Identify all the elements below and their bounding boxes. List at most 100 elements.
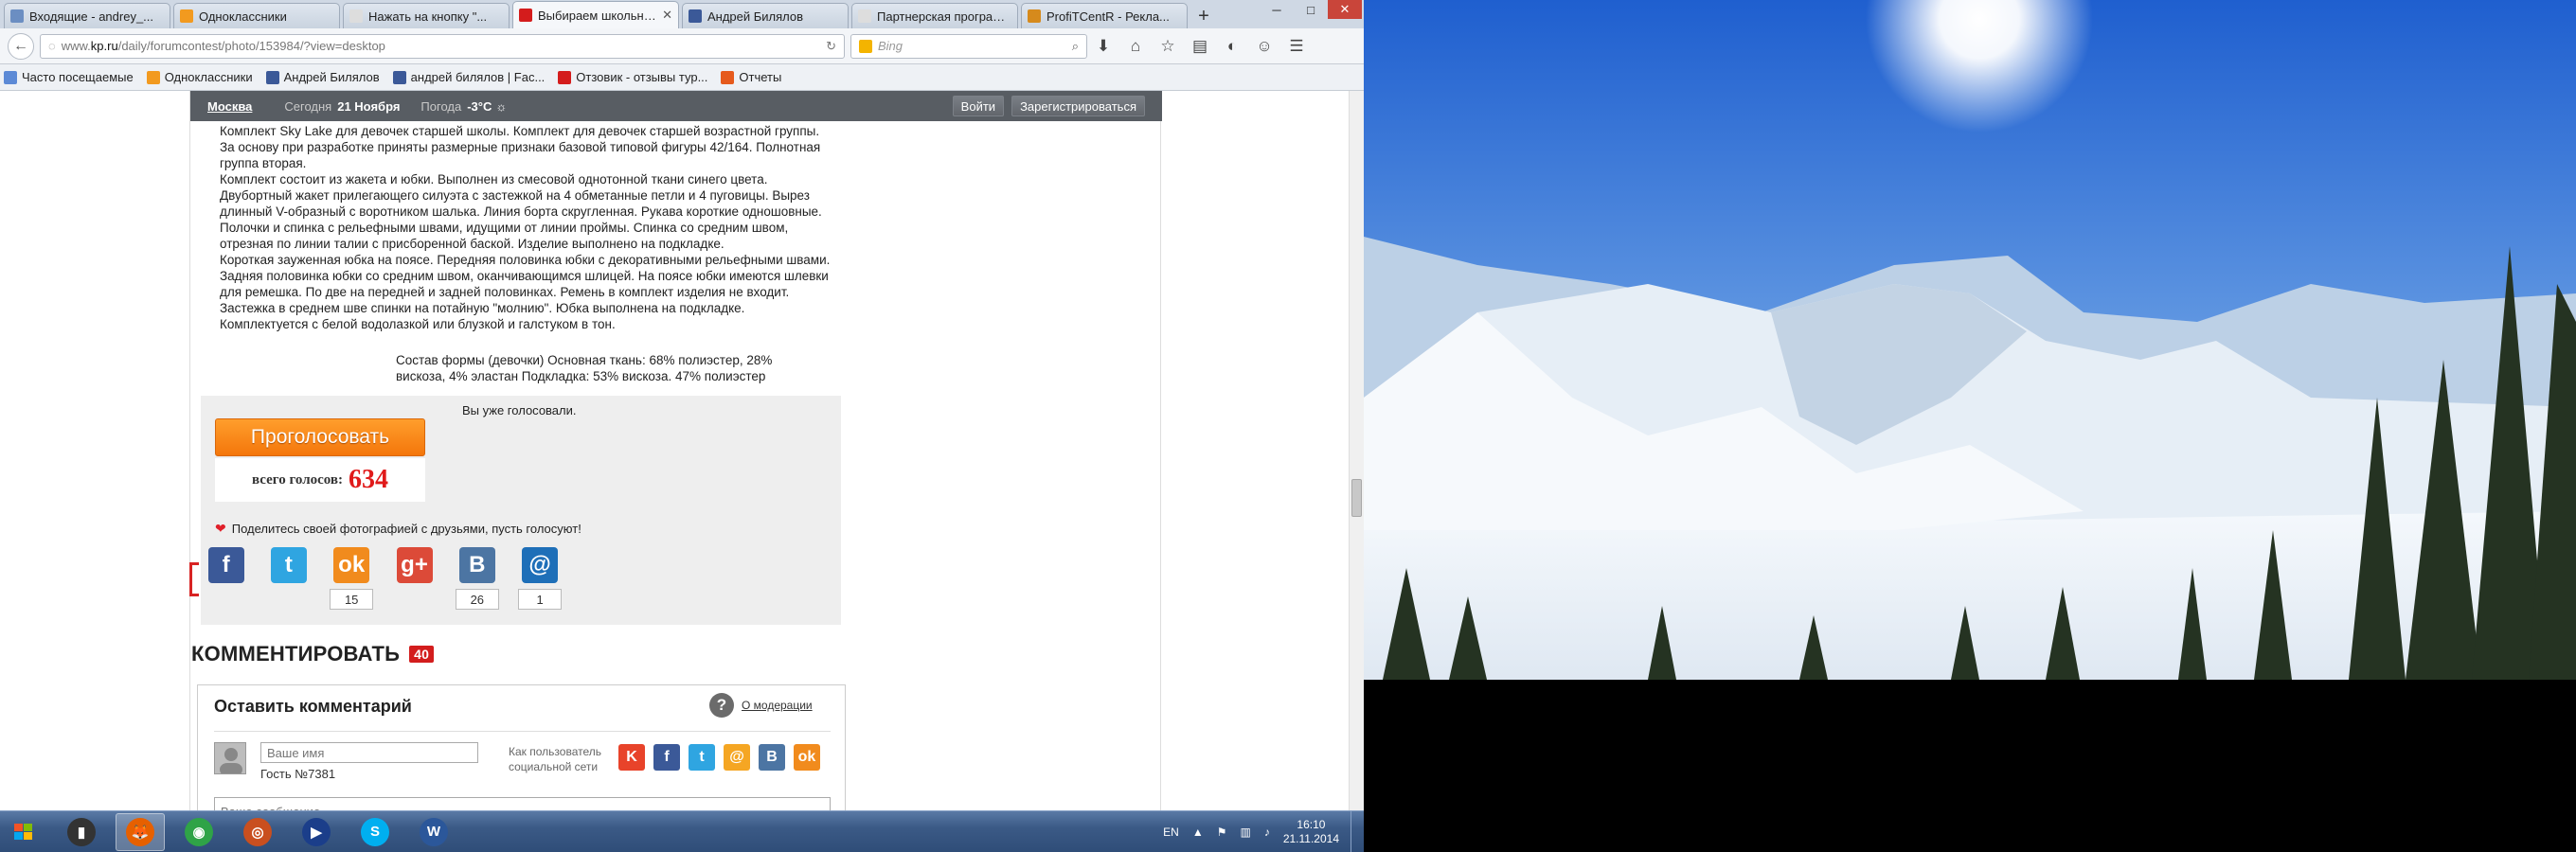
minimize-button[interactable]: ─: [1260, 0, 1294, 19]
moderation-link[interactable]: О модерации: [742, 699, 813, 712]
vkontakte-login-button[interactable]: B: [759, 744, 785, 771]
search-bar[interactable]: Bing ⌕: [850, 33, 1087, 59]
vote-button[interactable]: Проголосовать: [215, 418, 425, 456]
tab-strip: Входящие - andrey_... Одноклассники Нажать…: [0, 0, 1364, 28]
taskbar-firefox-button[interactable]: 🦊: [116, 812, 165, 851]
twitter-login-button[interactable]: t: [689, 744, 715, 771]
bookmark-item[interactable]: Андрей Билялов: [265, 70, 380, 84]
mailru-icon: @: [528, 552, 551, 577]
comments-heading: КОММЕНТИРОВАТЬ 40: [191, 642, 435, 666]
register-button[interactable]: Зарегистрироваться: [1011, 96, 1145, 116]
mailru-login-button[interactable]: @: [724, 744, 750, 771]
login-button[interactable]: Войти: [952, 96, 1005, 116]
bookmark-label: Андрей Билялов: [283, 70, 380, 84]
bookmark-item[interactable]: Отзовик - отзывы тур...: [558, 70, 707, 84]
today-date: 21 Ноября: [337, 98, 401, 114]
odnoklassniki-icon: ok: [797, 749, 816, 765]
windows-taskbar: ▮ 🦊 ◉ ◎ ▶ S W EN ▲ ⚑ ▥ ♪ 16:10 21.11.2014: [0, 810, 1364, 852]
start-button[interactable]: [0, 811, 47, 852]
mailru-share-count: 1: [518, 589, 563, 610]
message-input[interactable]: [214, 797, 831, 810]
browser-tab[interactable]: Выбираем школьну... ✕: [512, 1, 679, 28]
taskbar-chrome-button[interactable]: ◉: [174, 813, 224, 851]
url-path: /daily/forumcontest/photo/153984/?view=d…: [117, 39, 385, 53]
tab-title: ProfiTCentR - Рекла...: [1046, 9, 1170, 24]
taskbar-word-button[interactable]: W: [409, 813, 458, 851]
red-bracket-mark: [189, 562, 199, 596]
moderation-help[interactable]: ? О модерации: [709, 693, 813, 718]
bookmark-item[interactable]: Отчеты: [721, 70, 781, 84]
page-scrollbar[interactable]: [1349, 91, 1364, 810]
sun-icon: ☼: [495, 98, 508, 114]
close-window-button[interactable]: ✕: [1328, 0, 1362, 19]
globe-icon: ◌: [48, 39, 56, 53]
already-voted-note: Вы уже голосовали.: [462, 403, 577, 417]
skype-icon: S: [361, 817, 389, 846]
reload-icon[interactable]: ↻: [826, 39, 836, 54]
bookmark-item[interactable]: Часто посещаемые: [4, 70, 134, 84]
clock-date: 21.11.2014: [1282, 832, 1339, 845]
tray-expand-icon[interactable]: ▲: [1192, 825, 1204, 839]
volume-icon[interactable]: ♪: [1264, 825, 1270, 839]
facebook-share-button[interactable]: f: [207, 547, 244, 583]
name-input[interactable]: [260, 742, 478, 763]
facebook-login-button[interactable]: f: [653, 744, 680, 771]
downloads-icon[interactable]: ⬇: [1087, 33, 1119, 60]
vkontakte-share-button[interactable]: B: [458, 547, 495, 583]
menu-icon[interactable]: ☰: [1280, 33, 1313, 60]
share-buttons: f t ok 15 g+ B 26 @1: [201, 547, 580, 610]
vkontakte-share-count: 26: [455, 589, 499, 610]
city-link[interactable]: Москва: [207, 99, 252, 114]
browser-tab[interactable]: Нажать на кнопку "...: [343, 3, 510, 28]
taskbar-skype-button[interactable]: S: [350, 813, 400, 851]
bookmark-item[interactable]: андрей билялов | Fac...: [392, 70, 545, 84]
network-icon[interactable]: ▥: [1240, 825, 1250, 839]
tab-close-icon[interactable]: ✕: [662, 8, 672, 23]
sync-icon[interactable]: ☺: [1248, 33, 1280, 60]
bookmarks-toolbar: Часто посещаемые Одноклассники Андрей Биля…: [0, 64, 1364, 91]
today-label: Сегодня: [284, 98, 332, 114]
bookmark-label: Одноклассники: [164, 70, 253, 84]
scroll-thumb[interactable]: [1351, 479, 1362, 517]
address-bar[interactable]: ◌ www. kp.ru/daily/forumcontest/photo/153…: [40, 33, 845, 59]
kp-icon: K: [626, 749, 637, 765]
twitter-share-button[interactable]: t: [270, 547, 307, 583]
maximize-button[interactable]: □: [1294, 0, 1328, 19]
vote-total-label: всего голосов:: [251, 471, 343, 488]
mailru-share-button[interactable]: @: [522, 547, 559, 583]
kp-login-button[interactable]: K: [618, 744, 645, 771]
home-icon[interactable]: ⌂: [1119, 33, 1152, 60]
twitter-icon: t: [699, 749, 705, 765]
language-indicator[interactable]: EN: [1163, 825, 1179, 839]
taskbar-media-button[interactable]: ▶: [292, 813, 341, 851]
new-tab-button[interactable]: +: [1190, 4, 1217, 28]
browser-tab[interactable]: Андрей Билялов: [682, 3, 849, 28]
viewer-icon: ◎: [243, 817, 272, 846]
browser-tab[interactable]: ProfiTCentR - Рекла...: [1021, 3, 1188, 28]
browser-tab[interactable]: Партнерская программ...: [851, 3, 1018, 28]
composition-text: Состав формы (девочки) Основная ткань: 6…: [396, 353, 773, 383]
bookmark-item[interactable]: Одноклассники: [146, 70, 253, 84]
clock-time: 16:10: [1297, 818, 1326, 831]
site-topbar: Москва Сегодня 21 Ноября Погода -3°C ☼ В…: [190, 91, 1162, 121]
vkontakte-icon: B: [469, 552, 486, 577]
bookmarks-menu-icon[interactable]: ▤: [1184, 33, 1216, 60]
odnoklassniki-share-button[interactable]: ok: [333, 547, 370, 583]
firefox-window: Входящие - andrey_... Одноклассники Нажать…: [0, 0, 1364, 852]
browser-tab[interactable]: Входящие - andrey_...: [4, 3, 170, 28]
question-icon: ?: [709, 693, 734, 718]
googleplus-share-button[interactable]: g+: [396, 547, 433, 583]
taskbar-viewer-button[interactable]: ◎: [233, 813, 282, 851]
bookmark-star-icon[interactable]: ☆: [1152, 33, 1184, 60]
browser-tab[interactable]: Одноклассники: [173, 3, 340, 28]
show-desktop-button[interactable]: [1351, 811, 1364, 852]
clock[interactable]: 16:10 21.11.2014: [1283, 818, 1339, 846]
addon-icon[interactable]: ◐: [1216, 33, 1248, 60]
taskbar-explorer-button[interactable]: ▮: [57, 813, 106, 851]
desktop-wallpaper: [1364, 0, 2576, 680]
odnoklassniki-login-button[interactable]: ok: [794, 744, 820, 771]
search-icon[interactable]: ⌕: [1072, 39, 1079, 54]
back-button[interactable]: ←: [8, 32, 34, 60]
tab-favicon-icon: [689, 9, 702, 23]
flag-icon[interactable]: ⚑: [1217, 825, 1227, 839]
